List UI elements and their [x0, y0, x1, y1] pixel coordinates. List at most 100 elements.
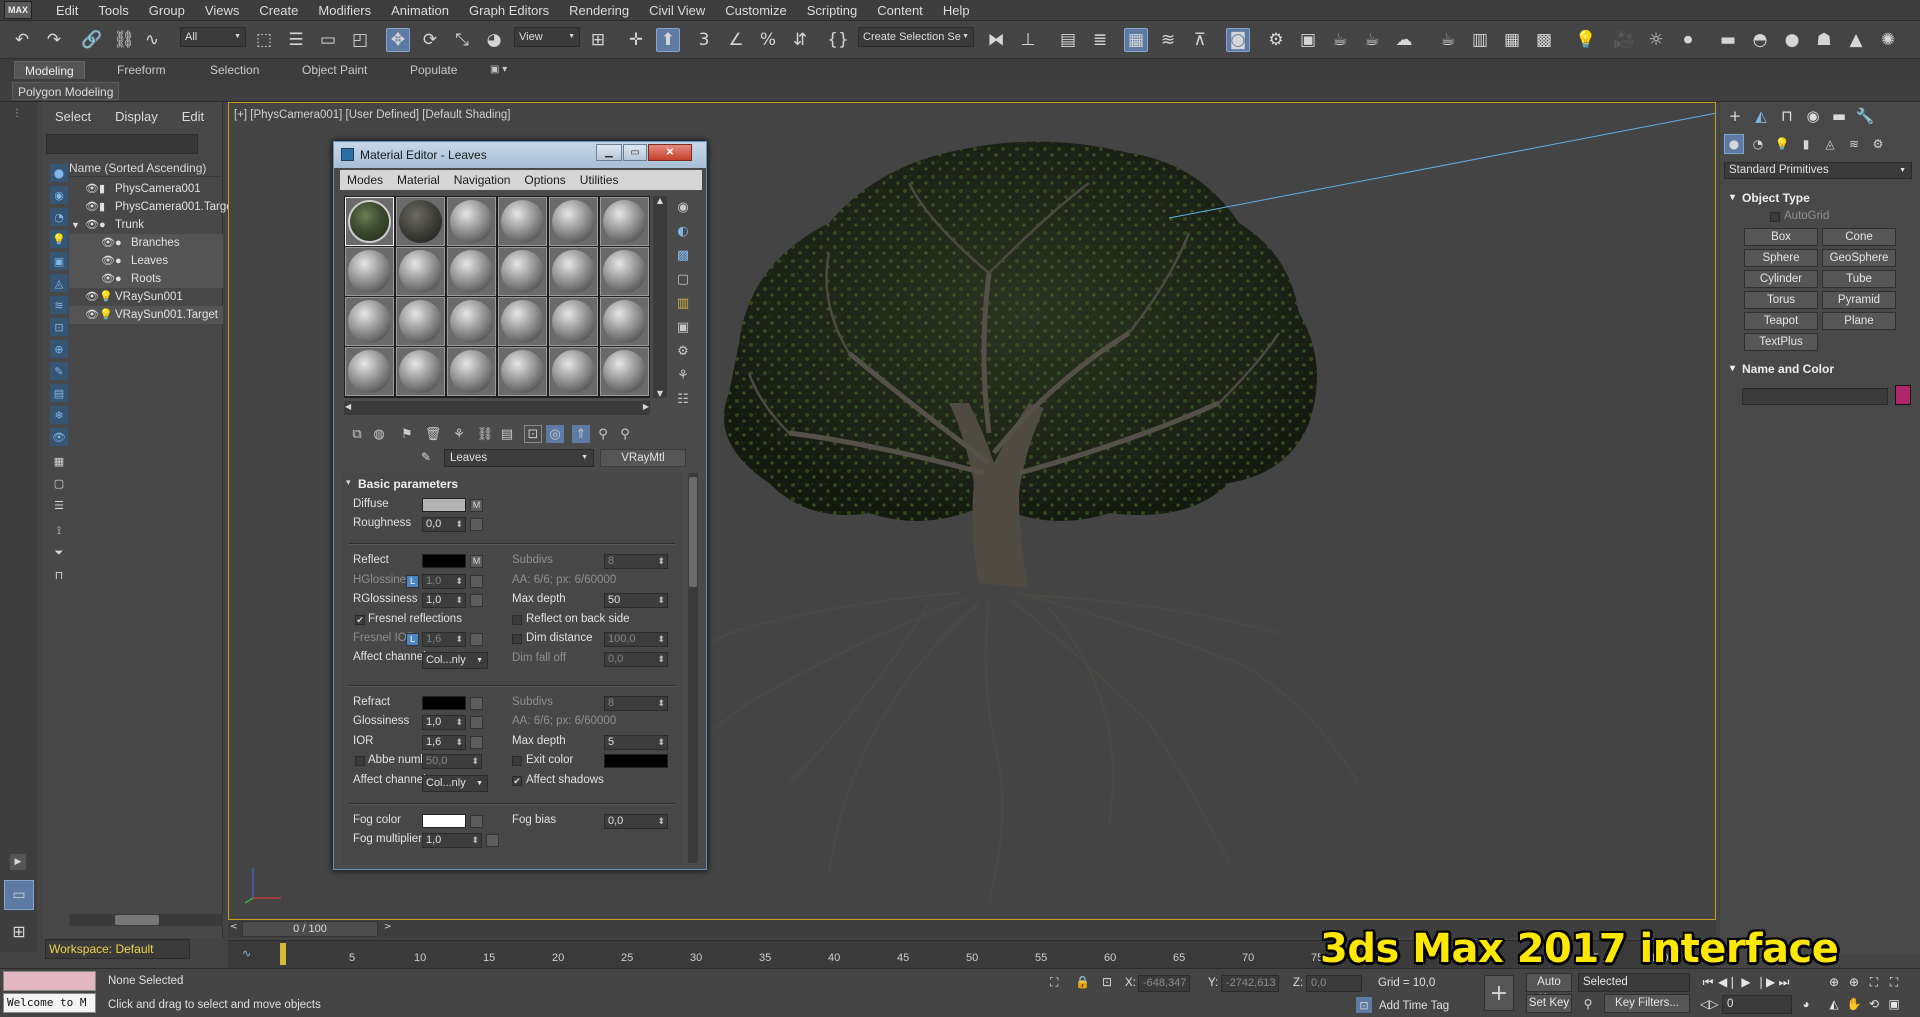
layer-explorer-icon[interactable]: ≣: [1088, 28, 1112, 52]
go-to-parent-icon[interactable]: ⇑: [572, 425, 590, 443]
sample-slot[interactable]: [345, 347, 394, 396]
refract-subdivs-spinner[interactable]: 8: [604, 696, 668, 711]
sample-slot[interactable]: [345, 297, 394, 346]
go-to-end-icon[interactable]: ⏭: [1776, 975, 1792, 990]
display-lights-icon[interactable]: 💡: [50, 230, 68, 248]
box-button[interactable]: Box: [1744, 228, 1818, 246]
tab-object-paint[interactable]: Object Paint: [292, 61, 377, 79]
vray-fur-icon[interactable]: ☗: [1812, 28, 1836, 52]
sample-slot[interactable]: [498, 197, 547, 246]
go-to-start-icon[interactable]: ⏮: [1700, 975, 1716, 990]
sample-slot[interactable]: [447, 297, 496, 346]
tab-freeform[interactable]: Freeform: [107, 61, 176, 79]
visibility-eye-icon[interactable]: 👁: [85, 180, 99, 198]
menu-material[interactable]: Material: [390, 170, 447, 190]
curve-editor-icon[interactable]: ≋: [1156, 28, 1180, 52]
scroll-right-icon[interactable]: ▶: [643, 402, 649, 411]
sync-selection-icon[interactable]: ⟟: [50, 522, 68, 540]
lock-cell-icon[interactable]: ⊓: [50, 566, 68, 584]
abbe-spinner[interactable]: 50,0: [422, 754, 482, 769]
app-logo[interactable]: MAX: [4, 1, 32, 19]
cameras-category-icon[interactable]: ▮: [1796, 134, 1816, 154]
scroll-up-icon[interactable]: ▲: [654, 196, 666, 205]
filter-icon[interactable]: ⏷: [50, 544, 68, 562]
visibility-eye-icon[interactable]: 👁: [85, 306, 99, 324]
rglossiness-spinner[interactable]: 1,0: [422, 593, 466, 608]
render-setup-icon[interactable]: ⚙: [1264, 28, 1288, 52]
sample-slot[interactable]: [600, 347, 649, 396]
fresnel-ior-spinner[interactable]: 1,6: [422, 632, 466, 647]
scroll-left-icon[interactable]: ◀: [345, 402, 351, 411]
current-frame-field[interactable]: 0: [1722, 995, 1792, 1014]
angle-snap-icon[interactable]: ∠: [724, 28, 748, 52]
sample-slot[interactable]: [396, 297, 445, 346]
menu-tools[interactable]: Tools: [88, 0, 138, 21]
menu-options[interactable]: Options: [517, 170, 572, 190]
maximize-button[interactable]: ▭: [623, 144, 647, 161]
select-object-icon[interactable]: ⬚: [252, 28, 276, 52]
display-bones-icon[interactable]: ✎: [50, 362, 68, 380]
spinner-snap-icon[interactable]: ⇵: [788, 28, 812, 52]
toggle-ribbon-icon[interactable]: ▦: [1124, 28, 1148, 52]
sample-slot[interactable]: [549, 197, 598, 246]
textplus-button[interactable]: TextPlus: [1744, 333, 1818, 351]
fresnel-ior-map-button[interactable]: [470, 633, 483, 646]
explorer-column-header[interactable]: Name (Sorted Ascending): [69, 159, 223, 177]
viewport-quad-layout-icon[interactable]: ⊞: [4, 916, 34, 946]
video-color-check-icon[interactable]: ▥: [674, 294, 692, 312]
display-tab-icon[interactable]: ▬: [1828, 105, 1850, 127]
render-production-icon[interactable]: ☕: [1328, 28, 1352, 52]
menu-utilities[interactable]: Utilities: [573, 170, 626, 190]
display-xrefs-icon[interactable]: ⊕: [50, 340, 68, 358]
time-slider-thumb[interactable]: 0 / 100: [242, 921, 378, 937]
maxscript-listener-input[interactable]: [3, 971, 96, 991]
explorer-row-vraysun001[interactable]: 👁 💡 VRaySun001: [69, 288, 223, 306]
reflect-color-swatch[interactable]: [422, 554, 466, 568]
display-groups-icon[interactable]: ⊡: [50, 318, 68, 336]
sample-slot[interactable]: [498, 297, 547, 346]
zoom-extents-all-icon[interactable]: ⛶: [1886, 975, 1902, 990]
menu-edit[interactable]: Edit: [46, 0, 88, 21]
geometry-category-icon[interactable]: ●: [1724, 134, 1744, 154]
vray-teapot-icon[interactable]: ☕: [1436, 28, 1460, 52]
menu-group[interactable]: Group: [139, 0, 195, 21]
x-coord-field[interactable]: -648,347: [1138, 975, 1190, 992]
select-manipulate-icon[interactable]: ✛: [624, 28, 648, 52]
pyramid-button[interactable]: Pyramid: [1822, 291, 1896, 309]
exit-color-swatch[interactable]: [604, 754, 668, 768]
hglossiness-lock-button[interactable]: L: [406, 575, 419, 588]
zoom-icon[interactable]: ⊕: [1826, 975, 1842, 989]
pick-material-from-object-icon[interactable]: ⚲: [616, 425, 634, 443]
menu-civil-view[interactable]: Civil View: [639, 0, 715, 21]
motion-tab-icon[interactable]: ◉: [1802, 105, 1824, 127]
bind-spacewarp-icon[interactable]: ∿: [140, 28, 164, 52]
glossiness-spinner[interactable]: 1,0: [422, 715, 466, 730]
primitive-type-dropdown[interactable]: Standard Primitives: [1724, 162, 1912, 179]
ior-spinner[interactable]: 1,6: [422, 735, 466, 750]
reflect-map-button[interactable]: M: [470, 555, 483, 568]
vray-camera-icon[interactable]: 🎥: [1612, 28, 1636, 52]
snaps-toggle-icon[interactable]: 3: [692, 28, 716, 52]
sample-slot[interactable]: [447, 197, 496, 246]
vray-sun-icon[interactable]: ☼: [1644, 28, 1668, 52]
background-icon[interactable]: ▩: [674, 246, 692, 264]
display-influences-icon[interactable]: ▢: [50, 474, 68, 492]
pivot-center-icon[interactable]: ⊞: [586, 28, 610, 52]
explorer-search-input[interactable]: [46, 134, 198, 154]
zoom-all-icon[interactable]: ⊕: [1846, 975, 1862, 989]
slots-horizontal-scrollbar[interactable]: ◀ ▶: [344, 401, 650, 415]
viewport-label[interactable]: [+] [PhysCamera001] [User Defined] [Defa…: [234, 109, 510, 121]
dim-distance-spinner[interactable]: 100,0: [604, 632, 668, 647]
get-material-icon[interactable]: ⧉: [348, 425, 366, 443]
lights-category-icon[interactable]: 💡: [1772, 134, 1792, 154]
key-filters-button[interactable]: Key Filters...: [1604, 994, 1690, 1013]
explorer-row-physcamera001[interactable]: 👁 ▮ PhysCamera001: [69, 180, 223, 198]
systems-category-icon[interactable]: ⚙: [1868, 134, 1888, 154]
selection-filter-dropdown[interactable]: All: [180, 27, 246, 47]
select-by-name-icon[interactable]: ☰: [284, 28, 308, 52]
next-frame-arrow-icon[interactable]: >: [384, 922, 392, 932]
vray-record-icon[interactable]: ⏺: [1676, 28, 1700, 52]
display-shapes-icon[interactable]: ◔: [50, 208, 68, 226]
hierarchy-tab-icon[interactable]: ⊓: [1776, 105, 1798, 127]
menu-create[interactable]: Create: [249, 0, 308, 21]
